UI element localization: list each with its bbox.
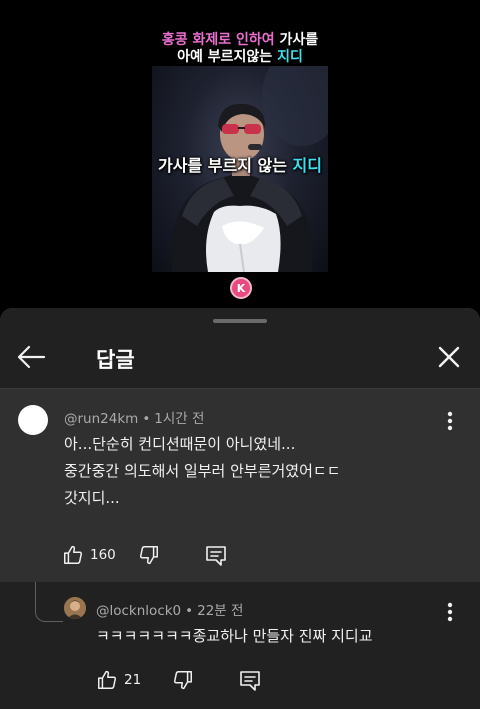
video-title-line2-cyan: 지디	[277, 49, 303, 65]
drag-handle[interactable]	[213, 319, 267, 323]
reply-more-button[interactable]	[440, 600, 460, 624]
thumbs-up-icon	[98, 670, 117, 689]
more-vertical-icon	[447, 602, 453, 622]
comment-text: 아...단순히 컨디션때문이 아니였네... 중간중간 의도해서 일부러 안부른…	[64, 435, 341, 507]
video-caption-main: 가사를 부르지 않는	[158, 156, 287, 175]
reply-avatar-image	[64, 597, 86, 619]
reply-meta: @locknlock0 • 22분 전	[96, 599, 243, 619]
video-title-line1-pink: 홍콩 화제로 인하여	[161, 32, 275, 48]
reply-text: ㅋㅋㅋㅋㅋㅋㅋ종교하나 만들자 진짜 지디교	[96, 627, 373, 645]
comment-time: 1시간 전	[154, 411, 205, 427]
comment-icon	[206, 546, 226, 566]
reply-like-button[interactable]: 21	[96, 669, 141, 691]
meta-separator: •	[142, 411, 151, 427]
panel-header: 답글	[0, 330, 480, 386]
reply-time: 22분 전	[197, 603, 244, 619]
parent-comment: @run24km • 1시간 전 아...단순히 컨디션때문이 아니였네... 중간…	[0, 389, 480, 582]
reply-like-count: 21	[124, 672, 142, 688]
comment-more-button[interactable]	[440, 409, 460, 433]
reply-author[interactable]: @locknlock0	[96, 603, 181, 619]
thumbs-up-icon	[64, 545, 83, 564]
app-root: 홍콩 화제로 인하여 가사를 아예 부르지않는 지디 가사를 부르지 않는 지디…	[0, 0, 480, 709]
video-caption-highlight: 지디	[292, 156, 322, 175]
arrow-left-icon	[17, 345, 46, 369]
video-title-line2-white: 아예 부르지않는	[177, 49, 273, 65]
reply-reply-button[interactable]	[238, 670, 262, 692]
close-icon	[438, 346, 460, 368]
channel-logo-letter: K	[236, 281, 246, 295]
close-button[interactable]	[434, 342, 464, 372]
video-title-overlay: 홍콩 화제로 인하여 가사를 아예 부르지않는 지디	[0, 32, 480, 66]
reply-dislike-button[interactable]	[172, 669, 194, 691]
replies-panel: 답글 @run24km • 1시간 전 아...단순히 컨디션때문이 아니였네.…	[0, 308, 480, 709]
thumbs-down-icon	[139, 546, 158, 565]
video-player[interactable]: 홍콩 화제로 인하여 가사를 아예 부르지않는 지디 가사를 부르지 않는 지디…	[0, 0, 480, 310]
back-button[interactable]	[14, 342, 48, 372]
video-frame[interactable]: 가사를 부르지 않는 지디	[152, 66, 328, 272]
comment-author[interactable]: @run24km	[64, 411, 138, 427]
thumbs-down-icon	[173, 671, 192, 690]
like-count: 160	[90, 547, 116, 563]
channel-logo[interactable]: K	[230, 277, 252, 299]
comment-icon	[240, 671, 260, 691]
video-title-line1-white: 가사를	[279, 32, 319, 48]
reply-button[interactable]	[204, 545, 228, 567]
comment-meta: @run24km • 1시간 전	[64, 407, 204, 427]
panel-title: 답글	[96, 348, 135, 372]
thread-connector-line	[35, 582, 63, 622]
reply-avatar[interactable]	[64, 597, 86, 619]
meta-separator: •	[185, 603, 194, 619]
like-button[interactable]: 160	[62, 544, 116, 566]
avatar[interactable]	[18, 405, 48, 435]
more-vertical-icon	[447, 411, 453, 431]
video-caption: 가사를 부르지 않는 지디	[152, 152, 328, 176]
dislike-button[interactable]	[138, 544, 160, 566]
